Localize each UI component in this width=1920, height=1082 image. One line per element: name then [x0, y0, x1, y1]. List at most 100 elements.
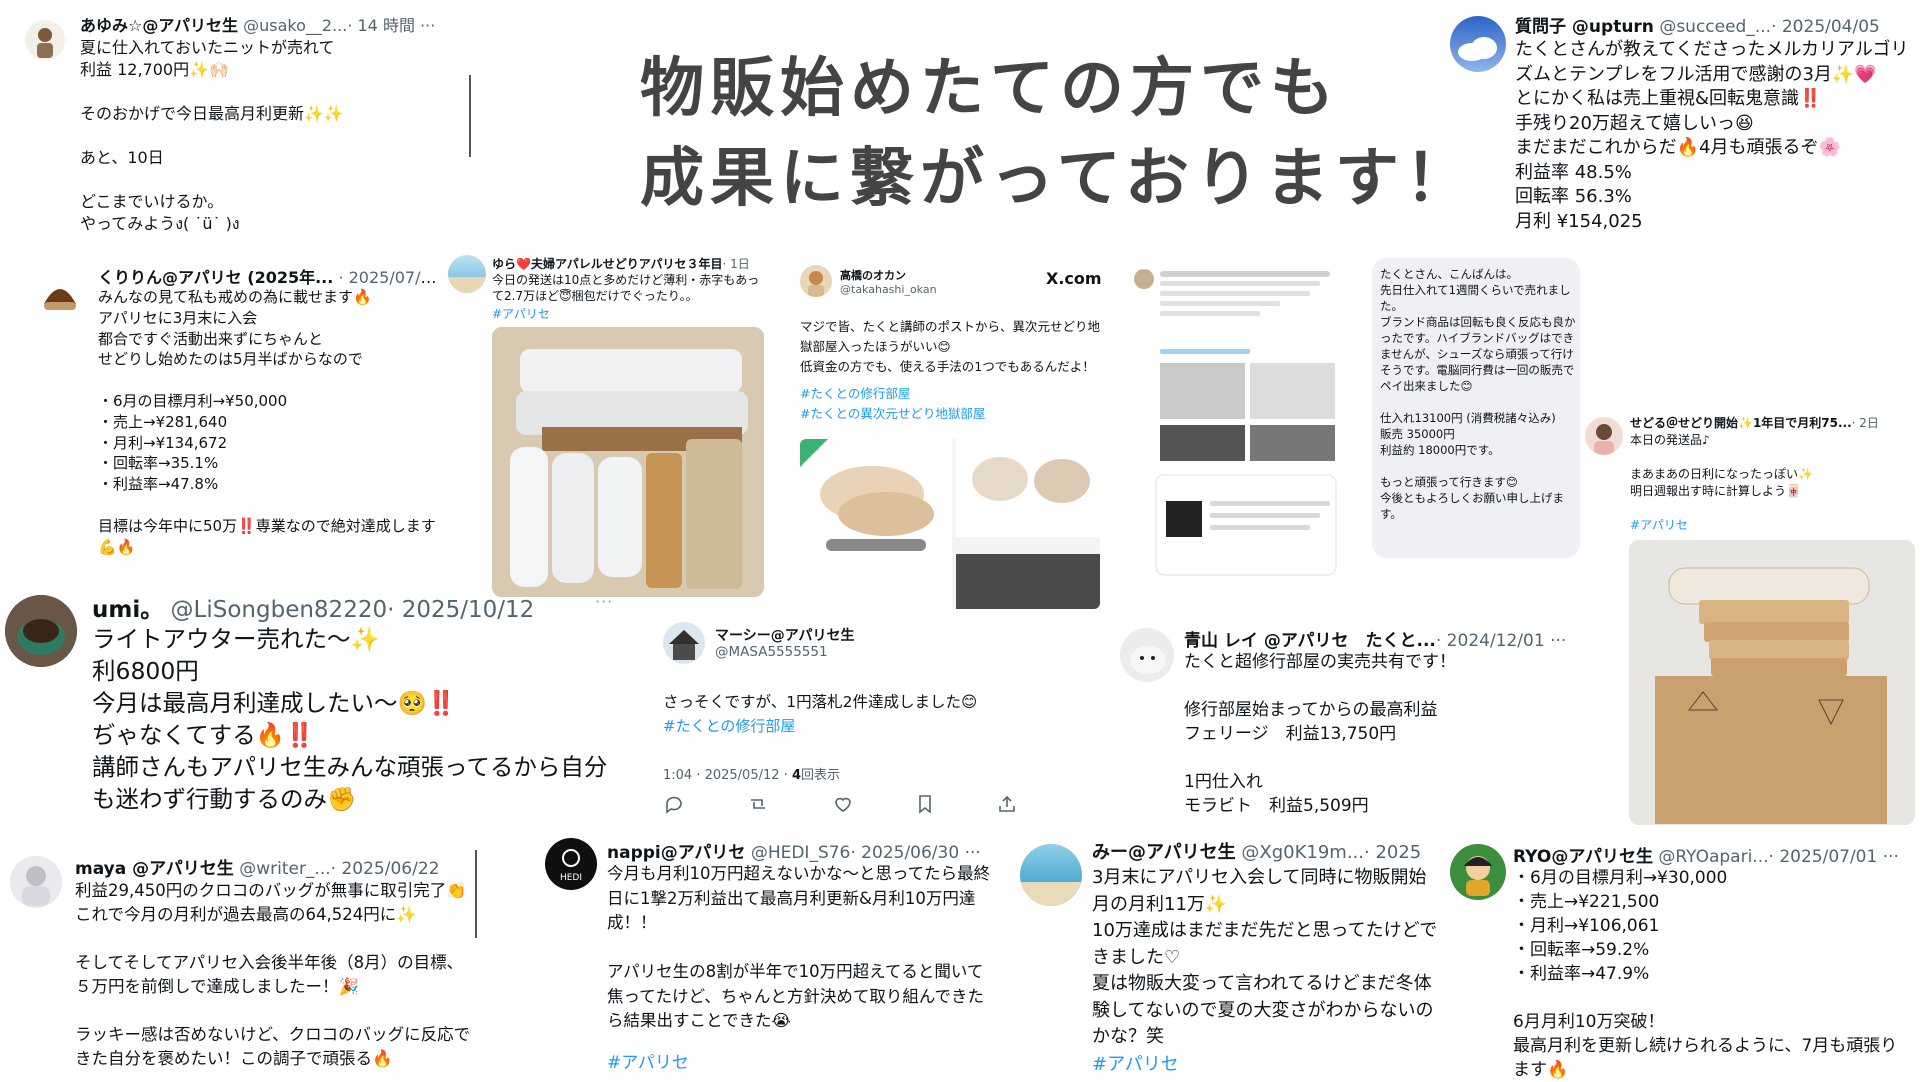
timestamp[interactable]: · 1日 — [722, 257, 749, 271]
tweet-marcy[interactable]: マーシー@アパリセ生 @MASA5555551 さっそくですが、1円落札2件達成… — [660, 622, 1060, 822]
beach-avatar-icon — [1020, 882, 1082, 906]
handle[interactable]: @LiSongben82220 — [171, 597, 388, 623]
tweet-ayumi[interactable]: あゆみ☆@アパリセ生 @usako__2...· 14 時間 ··· 夏に仕入れ… — [25, 10, 480, 250]
avatar[interactable] — [25, 20, 65, 60]
more-icon[interactable]: ··· — [420, 16, 435, 35]
avatar[interactable] — [1450, 844, 1506, 900]
post-time[interactable]: 1:04 · 2025/05/12 · — [663, 768, 788, 783]
more-icon[interactable]: ··· — [1883, 847, 1899, 867]
avatar[interactable] — [1020, 844, 1082, 906]
display-name[interactable]: くりりん@アパリセ (2025年... — [98, 268, 333, 287]
tweet-header: ゆら❤️夫婦アパレルせどりアパリセ３年目· 1日 — [492, 255, 767, 272]
tweet-takahashi-okan[interactable]: 高橋のオカン @takahashi_okan X.com マジで皆、たくと講師の… — [788, 255, 1110, 610]
tweet-aoyama[interactable]: 青山 レイ @アパリセ たくと...· 2024/12/01 ··· たくと超修… — [1118, 622, 1588, 822]
avatar[interactable] — [1450, 16, 1506, 72]
handle[interactable]: @MASA5555551 — [715, 644, 828, 660]
handle[interactable]: @usako__2... — [243, 16, 347, 35]
avatar[interactable] — [448, 255, 486, 293]
handle[interactable]: @takahashi_okan — [840, 283, 1040, 296]
avatar[interactable] — [5, 595, 77, 667]
avatar[interactable] — [663, 622, 705, 664]
timestamp[interactable]: · 2025/04/05 — [1771, 17, 1880, 37]
avatar[interactable] — [1585, 417, 1623, 455]
display-name[interactable]: umi。 — [92, 597, 163, 623]
bookmark-icon[interactable] — [917, 794, 933, 818]
tweet-shitsumonko[interactable]: 質問子 @upturn @succeed_...· 2025/04/05 たくと… — [1450, 10, 1915, 235]
like-icon[interactable] — [833, 794, 853, 818]
share-icon[interactable] — [997, 794, 1017, 818]
display-name[interactable]: 高橋のオカン — [840, 267, 1040, 283]
person-avatar-icon — [37, 28, 53, 58]
display-name[interactable]: ゆら❤️夫婦アパレルせどりアパリセ３年目 — [492, 257, 722, 271]
retweet-icon[interactable] — [747, 794, 769, 818]
headline-line2: 成果に繋がっております！ — [640, 142, 1475, 216]
hashtag[interactable]: #アパリセ — [607, 1048, 689, 1073]
person-avatar-icon — [22, 866, 50, 906]
hashtag[interactable]: #たくとの修行部屋 — [663, 715, 795, 736]
display-name[interactable]: nappi@アパリセ — [607, 843, 745, 863]
hashtag[interactable]: #たくとの修行部屋 — [800, 383, 910, 402]
tweet-meta: 1:04 · 2025/05/12 · 4回表示 — [663, 764, 840, 783]
more-icon[interactable]: ··· — [1550, 631, 1566, 651]
reply-icon[interactable] — [663, 794, 683, 818]
display-name[interactable]: maya @アパリセ生 — [75, 859, 234, 879]
tweet-koririn[interactable]: くりりん@アパリセ (2025年... · 2025/07/02 ··· みんな… — [38, 262, 441, 562]
display-name[interactable]: 質問子 @upturn — [1515, 17, 1654, 37]
tweet-ryo[interactable]: RYO@アパリセ生 @RYOapari...· 2025/07/01 ··· ・… — [1450, 842, 1915, 1080]
display-name[interactable]: 青山 レイ @アパリセ たくと... — [1184, 631, 1436, 651]
tweet-umi[interactable]: umi。 @LiSongben82220· 2025/10/12 ··· ライト… — [5, 590, 625, 820]
display-name[interactable]: あゆみ☆@アパリセ生 — [80, 16, 238, 35]
more-icon[interactable]: ··· — [965, 843, 981, 863]
tweet-sedoru[interactable]: せどる＠せどり開始✨1年目で月利75...· 2日 本日の発送品♪ まあまあの日… — [1585, 412, 1915, 827]
sea-avatar-icon — [448, 277, 486, 293]
handle[interactable]: @Xg0K19m... — [1241, 842, 1364, 863]
timestamp[interactable]: · 14 時間 — [347, 16, 415, 35]
display-name[interactable]: マーシー@アパリセ生 — [715, 625, 854, 645]
timestamp[interactable]: · 2025 — [1364, 842, 1421, 863]
hashtag[interactable]: #アパリセ — [492, 305, 550, 322]
tweet-mii[interactable]: みー@アパリセ生 @Xg0K19m...· 2025 3月末にアパリセ入会して同… — [1020, 838, 1445, 1078]
tweet-header: みー@アパリセ生 @Xg0K19m...· 2025 — [1092, 838, 1444, 864]
more-icon[interactable]: ··· — [595, 592, 613, 611]
avatar[interactable] — [38, 272, 82, 316]
headline: 物販始めたての方でも 成果に繋がっております！ — [640, 44, 1475, 224]
tweet-yura[interactable]: ゆら❤️夫婦アパレルせどりアパリセ３年目· 1日 今日の発送は10点と多めだけど… — [448, 255, 766, 600]
tweet-body: たくとさんが教えてくださったメルカリアルゴリズムとテンプレをフル活用で感謝の3月… — [1515, 39, 1909, 232]
scrollbar[interactable] — [475, 850, 477, 938]
view-count: 4 — [791, 768, 801, 783]
display-name[interactable]: せどる＠せどり開始✨1年目で月利75... — [1630, 416, 1852, 430]
avatar[interactable] — [800, 265, 832, 297]
handle[interactable]: @RYOapari... — [1658, 847, 1768, 867]
timestamp[interactable]: · 2日 — [1852, 416, 1879, 430]
tweet-header: せどる＠せどり開始✨1年目で月利75...· 2日 — [1630, 414, 1915, 431]
handle[interactable]: @HEDI_S76 — [751, 843, 851, 863]
avatar[interactable] — [10, 856, 62, 908]
hashtag[interactable]: #アパリセ — [1092, 1050, 1179, 1076]
avatar[interactable]: HEDI — [545, 838, 597, 890]
timestamp[interactable]: · 2025/07/02 — [338, 268, 440, 287]
timestamp[interactable]: · 2025/06/30 — [850, 843, 959, 863]
handle[interactable]: @writer_... — [239, 859, 330, 879]
castle-avatar-icon — [669, 630, 699, 660]
packages-table-image — [1629, 540, 1915, 825]
packages-image — [492, 327, 764, 597]
tweet-nappi[interactable]: HEDI nappi@アパリセ @HEDI_S76· 2025/06/30 ··… — [545, 838, 1005, 1078]
timestamp[interactable]: · 2025/07/01 — [1769, 847, 1878, 867]
message-body: たくとさん、こんばんは。 先日仕入れて1週間くらいで売れました。 ブランド商品は… — [1380, 267, 1576, 521]
display-name[interactable]: みー@アパリセ生 — [1092, 842, 1236, 863]
tweet-maya[interactable]: maya @アパリセ生 @writer_...· 2025/06/22 利益29… — [10, 850, 480, 1075]
hashtag[interactable]: #たくとの異次元せどり地獄部屋 — [800, 403, 985, 422]
display-name[interactable]: RYO@アパリセ生 — [1513, 847, 1653, 867]
momo-tweet-screenshot — [1130, 265, 1340, 585]
view-label: 回表示 — [800, 768, 840, 783]
avatar[interactable] — [1120, 628, 1174, 682]
momo-post-image — [1134, 269, 1337, 576]
handle[interactable]: @succeed_... — [1659, 17, 1771, 37]
hashtag[interactable]: #アパリセ — [1630, 516, 1688, 533]
scrollbar[interactable] — [469, 75, 471, 157]
timestamp[interactable]: · 2025/10/12 — [387, 597, 534, 623]
timestamp[interactable]: · 2024/12/01 — [1436, 631, 1545, 651]
tweet-header: maya @アパリセ生 @writer_...· 2025/06/22 — [75, 854, 450, 879]
tweet-header: RYO@アパリセ生 @RYOapari...· 2025/07/01 ··· — [1513, 842, 1913, 867]
timestamp[interactable]: · 2025/06/22 — [331, 859, 440, 879]
